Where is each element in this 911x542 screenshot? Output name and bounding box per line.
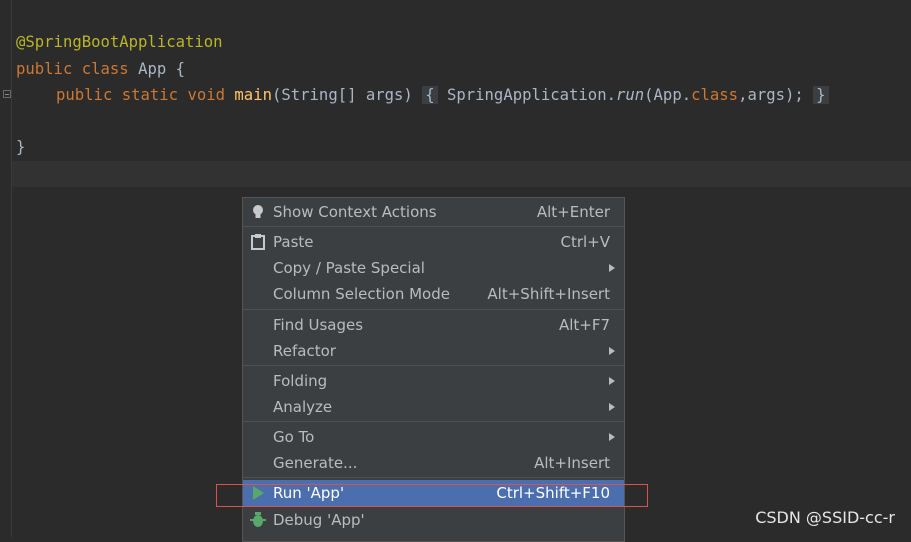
menu-item-analyze[interactable]: Analyze xyxy=(243,394,624,420)
call-args-prefix: (App. xyxy=(644,86,692,104)
submenu-arrow-icon xyxy=(609,377,615,385)
menu-item-shortcut: Alt+Enter xyxy=(536,203,610,221)
submenu-arrow-icon xyxy=(609,403,615,411)
menu-item-shortcut: Alt+F7 xyxy=(558,316,610,334)
menu-item-debug-app[interactable]: Debug 'App' xyxy=(243,507,624,533)
menu-item-go-to[interactable]: Go To xyxy=(243,424,624,450)
menu-item-refactor[interactable]: Refactor xyxy=(243,338,624,364)
keyword-static: static xyxy=(121,86,179,104)
code-line-close-brace: } xyxy=(16,138,26,156)
keyword-class: class xyxy=(691,86,739,104)
clipboard-icon xyxy=(251,234,265,250)
class-name: App xyxy=(138,60,167,78)
lightbulb-icon xyxy=(253,205,263,218)
gutter-divider xyxy=(11,0,12,537)
keyword-public: public xyxy=(16,60,73,78)
folded-close-brace[interactable]: } xyxy=(813,86,829,104)
method-params: (String[] args) xyxy=(271,86,413,104)
menu-item-shortcut: Alt+Shift+Insert xyxy=(487,285,610,303)
submenu-arrow-icon xyxy=(609,264,615,272)
code-line-main-method: public static void main(String[] args) {… xyxy=(56,82,829,108)
menu-item-copy-paste-special[interactable]: Copy / Paste Special xyxy=(243,255,624,281)
menu-item-find-usages[interactable]: Find Usages Alt+F7 xyxy=(243,312,624,338)
keyword-class: class xyxy=(81,60,129,78)
menu-item-label: Refactor xyxy=(273,342,336,360)
menu-separator xyxy=(243,477,624,478)
menu-item-label: Paste xyxy=(273,233,314,251)
menu-item-label: Column Selection Mode xyxy=(273,285,450,303)
call-args-suffix: ,args); xyxy=(738,86,804,104)
menu-item-folding[interactable]: Folding xyxy=(243,368,624,394)
menu-item-label: Generate... xyxy=(273,454,358,472)
debug-icon xyxy=(250,512,266,527)
menu-separator xyxy=(243,421,624,422)
current-line-highlight xyxy=(12,161,911,187)
keyword-public: public xyxy=(56,86,113,104)
call-prefix: SpringApplication. xyxy=(446,86,616,104)
menu-item-label: Go To xyxy=(273,428,315,446)
highlight-annotation-box xyxy=(216,484,648,507)
code-line-annotation: @SpringBootApplication xyxy=(16,33,223,51)
submenu-arrow-icon xyxy=(609,433,615,441)
submenu-arrow-icon xyxy=(609,347,615,355)
method-name: main xyxy=(234,86,272,104)
menu-item-shortcut: Alt+Insert xyxy=(534,454,610,472)
fold-icon[interactable] xyxy=(3,90,11,98)
menu-separator xyxy=(243,365,624,366)
menu-item-label: Analyze xyxy=(273,398,333,416)
menu-item-label: Find Usages xyxy=(273,316,364,334)
menu-item-show-context-actions[interactable]: Show Context Actions Alt+Enter xyxy=(243,199,624,225)
menu-item-shortcut: Ctrl+V xyxy=(560,233,610,251)
open-brace: { xyxy=(175,60,186,78)
menu-item-label: Copy / Paste Special xyxy=(273,259,425,277)
menu-item-paste[interactable]: Paste Ctrl+V xyxy=(243,229,624,255)
code-line-class-declaration: public class App { xyxy=(16,56,185,82)
watermark: CSDN @SSID-cc-r xyxy=(755,508,895,527)
call-method: run xyxy=(615,86,645,104)
menu-item-generate[interactable]: Generate... Alt+Insert xyxy=(243,450,624,476)
folded-open-brace[interactable]: { xyxy=(422,86,438,104)
menu-item-label: Debug 'App' xyxy=(273,511,365,529)
menu-item-label: Show Context Actions xyxy=(273,203,437,221)
menu-separator xyxy=(243,226,624,227)
menu-item-column-selection-mode[interactable]: Column Selection Mode Alt+Shift+Insert xyxy=(243,281,624,307)
menu-item-label: Folding xyxy=(273,372,328,390)
keyword-void: void xyxy=(187,86,226,104)
menu-separator xyxy=(243,309,624,310)
